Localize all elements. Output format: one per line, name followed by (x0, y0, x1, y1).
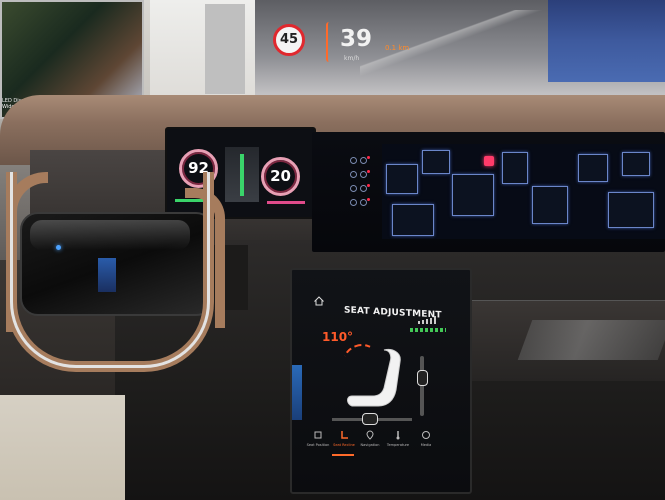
location-pin-icon (366, 430, 374, 440)
map-building (422, 150, 450, 174)
map-building (622, 152, 650, 176)
map-building (502, 152, 528, 184)
tab-label: Temperature (386, 443, 410, 447)
seat-recline-icon (341, 431, 348, 439)
glovebox-trim (517, 320, 665, 360)
map-icon[interactable] (350, 171, 357, 178)
red-dot (367, 156, 370, 159)
media-icon (422, 431, 430, 439)
map-icon[interactable] (350, 199, 357, 206)
home-icon[interactable] (314, 296, 324, 306)
map-icon[interactable] (360, 185, 367, 192)
tab-navigation[interactable]: Navigation (356, 430, 384, 458)
tab-label: Media (420, 443, 432, 447)
signal-icon (418, 316, 436, 324)
thermometer-icon (396, 431, 400, 440)
map-red-indicators (367, 156, 371, 216)
seat-angle-value: 110° (322, 330, 354, 344)
tab-temperature[interactable]: Temperature (384, 430, 412, 458)
map-building (578, 154, 608, 182)
map-building (392, 204, 434, 236)
hud-speed-value: 39 (340, 26, 373, 52)
speed-limit-sign: 45 (273, 24, 305, 56)
red-dot (367, 184, 370, 187)
hud-street-scene (548, 0, 665, 82)
battery-gauge: 20 (261, 157, 300, 196)
screen-reflection (292, 365, 302, 420)
active-tab-indicator (332, 454, 354, 456)
map-icon[interactable] (350, 185, 357, 192)
tab-media[interactable]: Media (412, 430, 440, 458)
seat-position-icon (314, 431, 322, 439)
tab-seat-position[interactable]: Seat Position (304, 430, 332, 458)
car-interior-photo: LED Display Wide Angle 45 39 km/h 0.1 km… (0, 0, 665, 500)
tab-label: Navigation (360, 443, 380, 447)
map-icon[interactable] (360, 199, 367, 206)
red-dot (367, 198, 370, 201)
map-icon[interactable] (350, 157, 357, 164)
cluster-pink-bar (267, 201, 305, 204)
destination-pin-icon[interactable] (484, 156, 494, 166)
map-building (532, 186, 568, 224)
seat-height-track (420, 356, 424, 416)
map-building (608, 192, 654, 228)
seat-position-slider[interactable] (362, 413, 378, 425)
map-building (452, 174, 494, 216)
red-dot (367, 170, 370, 173)
hud-speed-unit: km/h (344, 55, 360, 62)
cluster-lane-marker (240, 154, 244, 196)
seat-adjustment-screen[interactable]: SEAT ADJUSTMENT 110° Seat Position Seat … (290, 268, 472, 494)
yoke-chrome-trim (10, 172, 210, 368)
map-building (386, 164, 418, 194)
map-icon[interactable] (360, 171, 367, 178)
tab-label: Seat Position (306, 443, 330, 447)
floor (0, 395, 125, 500)
hud-speed-gauge (326, 22, 336, 62)
seat-icon[interactable] (344, 348, 404, 414)
seat-height-slider[interactable] (417, 370, 428, 386)
center-navigation-screen[interactable] (312, 132, 665, 252)
background-panel (205, 4, 245, 94)
seat-level-bars (410, 328, 446, 332)
tab-label: Seat Recline (333, 443, 355, 447)
3d-city-map[interactable] (382, 144, 665, 239)
hud-turn-distance: 0.1 km (385, 44, 410, 52)
map-icon[interactable] (360, 157, 367, 164)
